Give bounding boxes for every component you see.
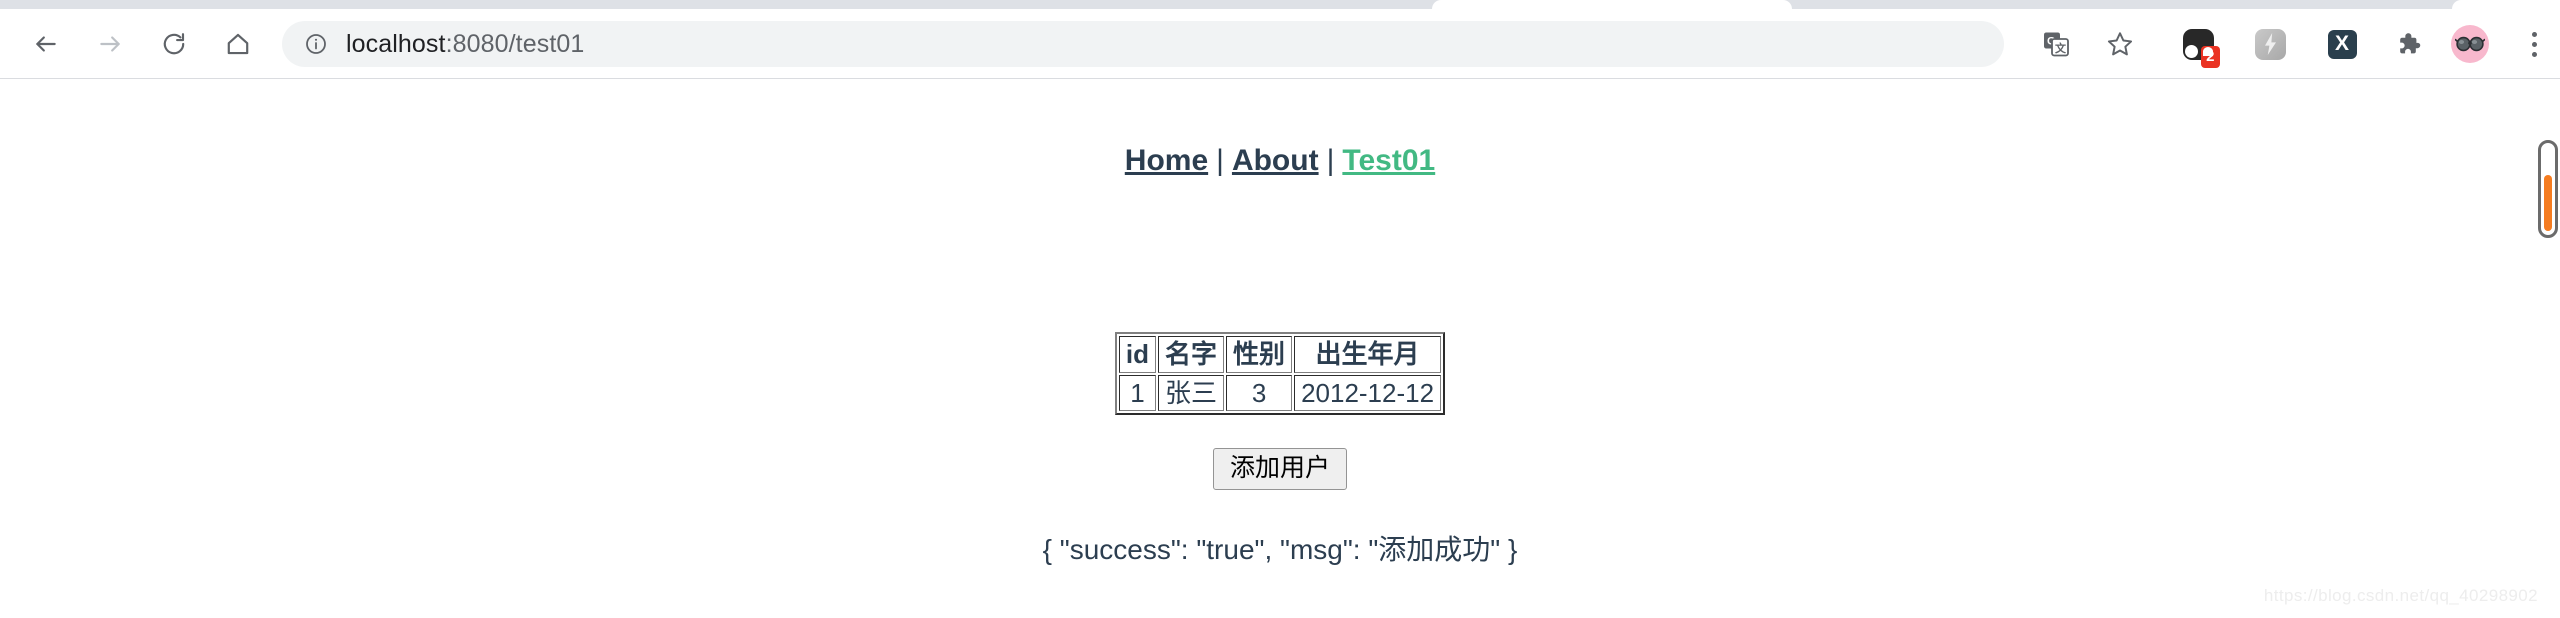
col-header-name: 名字 — [1158, 336, 1225, 373]
table-head: id 名字 性别 出生年月 — [1118, 336, 1442, 373]
url-path: :8080/test01 — [445, 29, 585, 58]
cell-birthdate: 2012-12-12 — [1294, 374, 1442, 411]
extension-badge-count: 2 — [2201, 45, 2220, 68]
three-dot-glyph — [2531, 31, 2537, 57]
browser-menu-icon[interactable] — [2512, 22, 2556, 66]
user-table: id 名字 性别 出生年月 1 张三 3 2012-12-12 — [1114, 332, 1446, 415]
bookmark-star-icon[interactable] — [2098, 22, 2142, 66]
puzzle-extensions-icon[interactable] — [2386, 22, 2430, 66]
extension-dark-glyph: 2 — [2182, 28, 2220, 68]
cell-name: 张三 — [1158, 374, 1225, 411]
col-header-birthdate: 出生年月 — [1294, 336, 1442, 373]
nav-separator-2: | — [1326, 144, 1335, 177]
back-arrow-icon[interactable] — [24, 22, 68, 66]
browser-toolbar: localhost:8080/test01 G 文 2 X — [0, 9, 2560, 79]
nav-link-about[interactable]: About — [1232, 144, 1319, 177]
extension-lightning-glyph — [2254, 28, 2286, 60]
active-tab[interactable] — [1432, 0, 1792, 9]
svg-text:文: 文 — [2055, 41, 2067, 55]
nav-link-test01[interactable]: Test01 — [1342, 144, 1435, 177]
reload-icon[interactable] — [152, 22, 196, 66]
home-icon[interactable] — [216, 22, 260, 66]
app-nav: Home | About | Test01 — [0, 144, 2560, 178]
col-header-id: id — [1118, 336, 1157, 373]
url-host: localhost — [346, 29, 446, 58]
profile-avatar[interactable] — [2448, 22, 2492, 66]
address-bar[interactable]: localhost:8080/test01 — [282, 21, 2004, 67]
extension-lightning-icon[interactable] — [2248, 22, 2292, 66]
extension-dark-icon[interactable]: 2 — [2176, 22, 2220, 68]
scroll-indicator[interactable] — [2538, 140, 2558, 238]
forward-arrow-icon — [88, 22, 132, 66]
page-content: Home | About | Test01 id 名字 性别 出生年月 1 张三 3 2… — [0, 80, 2560, 618]
extension-x-glyph: X — [2327, 29, 2357, 59]
table-body: 1 张三 3 2012-12-12 — [1118, 374, 1442, 411]
table-row: 1 张三 3 2012-12-12 — [1118, 374, 1442, 411]
table-header-row: id 名字 性别 出生年月 — [1118, 336, 1442, 373]
tab-strip — [0, 0, 2560, 9]
col-header-gender: 性别 — [1226, 336, 1293, 373]
url-text: localhost:8080/test01 — [346, 30, 584, 59]
cell-gender: 3 — [1226, 374, 1293, 411]
avatar-image — [2451, 25, 2489, 63]
cell-id: 1 — [1118, 374, 1157, 411]
response-result-text: { "success": "true", "msg": "添加成功" } — [1042, 534, 1518, 565]
extension-x-icon[interactable]: X — [2320, 22, 2364, 66]
user-table-container: id 名字 性别 出生年月 1 张三 3 2012-12-12 — [0, 332, 2560, 415]
add-user-button-row: 添加用户 — [0, 448, 2560, 490]
add-user-button[interactable]: 添加用户 — [1212, 448, 1347, 490]
info-circle-icon[interactable] — [304, 32, 328, 56]
translate-icon[interactable]: G 文 — [2034, 22, 2078, 66]
scroll-indicator-fill — [2544, 175, 2552, 231]
tab-right-edge[interactable] — [2452, 0, 2560, 9]
watermark-text: https://blog.csdn.net/qq_40298902 — [2263, 586, 2538, 605]
nav-separator-1: | — [1216, 144, 1224, 177]
nav-link-home[interactable]: Home — [1125, 144, 1208, 177]
